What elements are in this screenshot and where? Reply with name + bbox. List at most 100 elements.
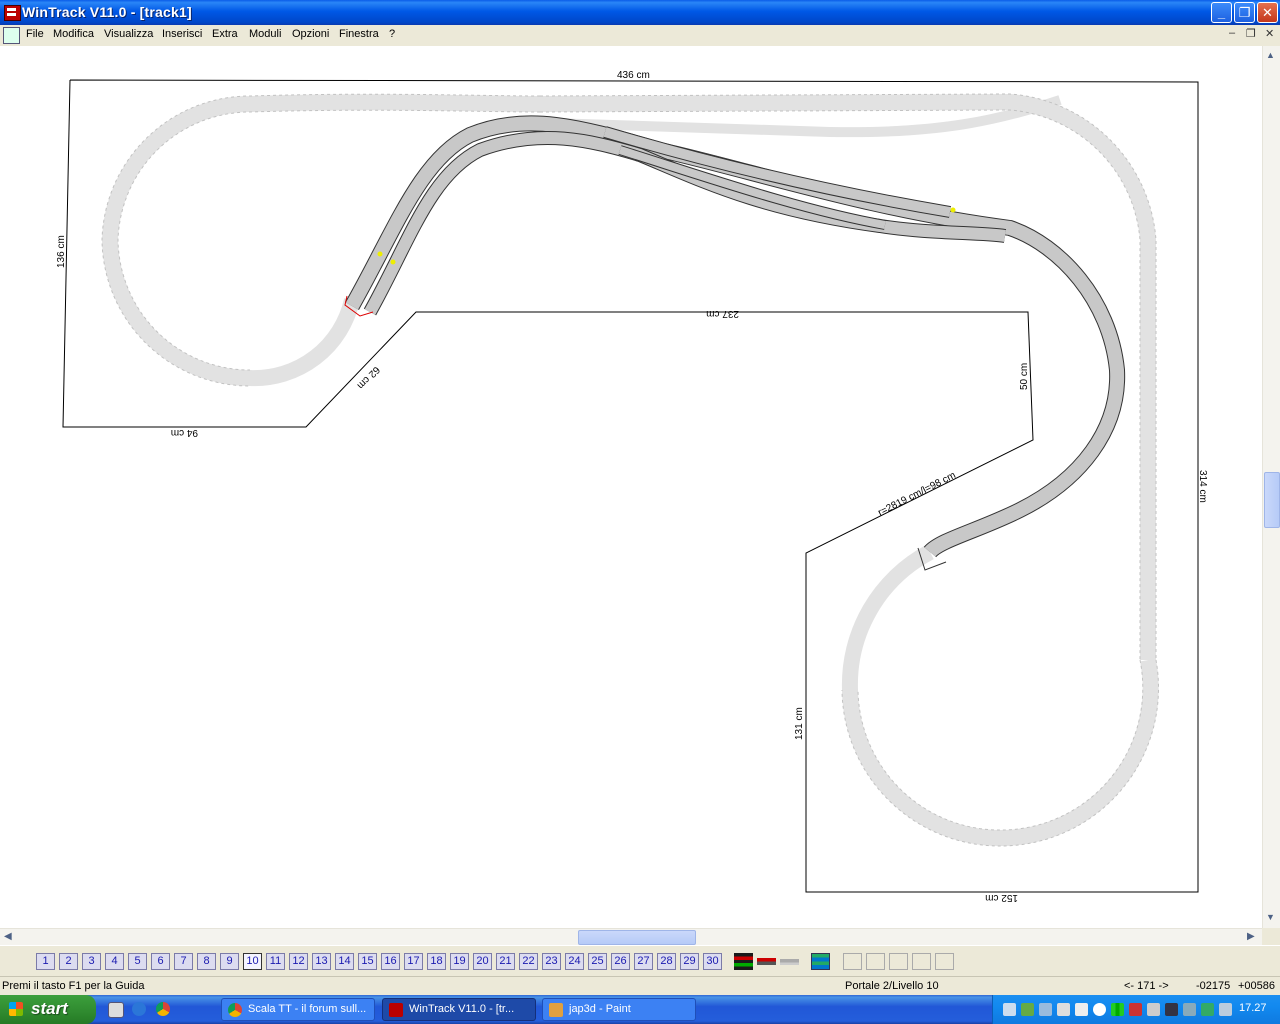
- tray-update-icon[interactable]: [1093, 1003, 1106, 1016]
- menu-bar: File Modifica Visualizza Inserisci Extra…: [0, 25, 1280, 47]
- level-button-11[interactable]: 11: [266, 953, 285, 970]
- level-button-8[interactable]: 8: [197, 953, 216, 970]
- system-tray: 17.27: [992, 995, 1280, 1024]
- level-up-icon[interactable]: [757, 953, 776, 970]
- ghost-track-rails: [101, 93, 1159, 847]
- tray-shield-icon[interactable]: [1201, 1003, 1214, 1016]
- vertical-scroll-thumb[interactable]: [1264, 472, 1280, 528]
- mdi-minimize-button[interactable]: –: [1229, 27, 1235, 39]
- level-button-6[interactable]: 6: [151, 953, 170, 970]
- level-button-15[interactable]: 15: [358, 953, 377, 970]
- level-button-26[interactable]: 26: [611, 953, 630, 970]
- scroll-left-icon[interactable]: ◀: [4, 931, 12, 942]
- scroll-up-icon[interactable]: ▲: [1266, 50, 1275, 60]
- level-button-14[interactable]: 14: [335, 953, 354, 970]
- level-button-20[interactable]: 20: [473, 953, 492, 970]
- level-button-28[interactable]: 28: [657, 953, 676, 970]
- wintrack-app-icon[interactable]: [4, 5, 21, 21]
- level-button-27[interactable]: 27: [634, 953, 653, 970]
- layout-canvas[interactable]: 436 cm 136 cm 237 cm 62 cm 94 cm 50 cm r…: [0, 46, 1262, 928]
- level-button-2[interactable]: 2: [59, 953, 78, 970]
- show-desktop-icon[interactable]: [108, 1002, 124, 1018]
- menu-finestra[interactable]: Finestra: [339, 28, 379, 40]
- document-icon[interactable]: [3, 27, 20, 44]
- level-button-7[interactable]: 7: [174, 953, 193, 970]
- status-level: Portale 2/Livello 10: [845, 980, 939, 992]
- portal-3-icon[interactable]: [889, 953, 908, 970]
- tray-drive-icon[interactable]: [1039, 1003, 1052, 1016]
- track-endpoints: [344, 207, 956, 571]
- level-button-4[interactable]: 4: [105, 953, 124, 970]
- tray-sync-icon[interactable]: [1057, 1003, 1070, 1016]
- tray-power-icon[interactable]: [1219, 1003, 1232, 1016]
- tray-settings-icon[interactable]: [1183, 1003, 1196, 1016]
- tray-network-icon[interactable]: [1003, 1003, 1016, 1016]
- menu-inserisci[interactable]: Inserisci: [162, 28, 202, 40]
- all-levels-icon[interactable]: [811, 953, 830, 970]
- scroll-right-icon[interactable]: ▶: [1247, 931, 1255, 942]
- level-down-icon[interactable]: [780, 953, 799, 970]
- tray-signal-icon[interactable]: [1111, 1003, 1124, 1016]
- horizontal-scroll-thumb[interactable]: [578, 930, 696, 945]
- level-button-9[interactable]: 9: [220, 953, 239, 970]
- menu-opzioni[interactable]: Opzioni: [292, 28, 329, 40]
- active-tracks: [345, 115, 1126, 558]
- status-help-text: Premi il tasto F1 per la Guida: [2, 980, 145, 992]
- tray-volume-icon[interactable]: [1147, 1003, 1160, 1016]
- mdi-close-button[interactable]: ✕: [1265, 27, 1274, 40]
- mdi-restore-button[interactable]: ❐: [1246, 27, 1256, 40]
- status-y-coordinate: +00586: [1238, 980, 1276, 992]
- tray-usb-icon[interactable]: [1075, 1003, 1088, 1016]
- internet-explorer-icon[interactable]: [132, 1002, 146, 1016]
- status-bar: Premi il tasto F1 per la Guida Portale 2…: [0, 976, 1280, 996]
- level-button-22[interactable]: 22: [519, 953, 538, 970]
- level-button-19[interactable]: 19: [450, 953, 469, 970]
- level-button-29[interactable]: 29: [680, 953, 699, 970]
- level-button-17[interactable]: 17: [404, 953, 423, 970]
- minimize-button[interactable]: _: [1211, 2, 1232, 23]
- level-button-1[interactable]: 1: [36, 953, 55, 970]
- level-button-13[interactable]: 13: [312, 953, 331, 970]
- portal-2-icon[interactable]: [866, 953, 885, 970]
- level-button-10[interactable]: 10: [243, 953, 262, 970]
- menu-moduli[interactable]: Moduli: [249, 28, 281, 40]
- tray-monitor-icon[interactable]: [1165, 1003, 1178, 1016]
- chrome-icon[interactable]: [156, 1002, 170, 1016]
- task-paint[interactable]: jap3d - Paint: [542, 998, 696, 1021]
- menu-extra[interactable]: Extra: [212, 28, 238, 40]
- menu-visualizza[interactable]: Visualizza: [104, 28, 153, 40]
- layers-icon[interactable]: [734, 953, 753, 970]
- vertical-scrollbar[interactable]: ▲ ▼: [1262, 46, 1280, 928]
- level-button-3[interactable]: 3: [82, 953, 101, 970]
- level-button-18[interactable]: 18: [427, 953, 446, 970]
- start-button[interactable]: start: [0, 995, 96, 1024]
- status-navigation: <- 171 ->: [1124, 980, 1169, 992]
- scroll-down-icon[interactable]: ▼: [1266, 912, 1275, 922]
- portal-4-icon[interactable]: [912, 953, 931, 970]
- tray-antivirus-icon[interactable]: [1129, 1003, 1142, 1016]
- level-button-30[interactable]: 30: [703, 953, 722, 970]
- menu-modifica[interactable]: Modifica: [53, 28, 94, 40]
- dim-diag-right: r=2819 cm/l=98 cm: [876, 470, 957, 519]
- horizontal-scrollbar[interactable]: ◀ ▶: [0, 928, 1262, 946]
- level-button-16[interactable]: 16: [381, 953, 400, 970]
- task-chrome-forum[interactable]: Scala TT - il forum sull...: [221, 998, 375, 1021]
- title-bar[interactable]: WinTrack V11.0 - [track1] _ ❐ ✕: [0, 0, 1280, 25]
- dim-right: 314 cm: [1197, 470, 1208, 503]
- track-layout-drawing[interactable]: 436 cm 136 cm 237 cm 62 cm 94 cm 50 cm r…: [0, 46, 1262, 928]
- level-button-21[interactable]: 21: [496, 953, 515, 970]
- maximize-button[interactable]: ❐: [1234, 2, 1255, 23]
- portal-1-icon[interactable]: [843, 953, 862, 970]
- portal-5-icon[interactable]: [935, 953, 954, 970]
- level-button-5[interactable]: 5: [128, 953, 147, 970]
- close-button[interactable]: ✕: [1257, 2, 1278, 23]
- level-button-24[interactable]: 24: [565, 953, 584, 970]
- menu-file[interactable]: File: [26, 28, 44, 40]
- windows-logo-icon: [9, 1002, 23, 1016]
- level-button-25[interactable]: 25: [588, 953, 607, 970]
- task-wintrack[interactable]: WinTrack V11.0 - [tr...: [382, 998, 536, 1021]
- level-button-12[interactable]: 12: [289, 953, 308, 970]
- menu-help[interactable]: ?: [389, 28, 395, 40]
- level-button-23[interactable]: 23: [542, 953, 561, 970]
- tray-app-icon[interactable]: [1021, 1003, 1034, 1016]
